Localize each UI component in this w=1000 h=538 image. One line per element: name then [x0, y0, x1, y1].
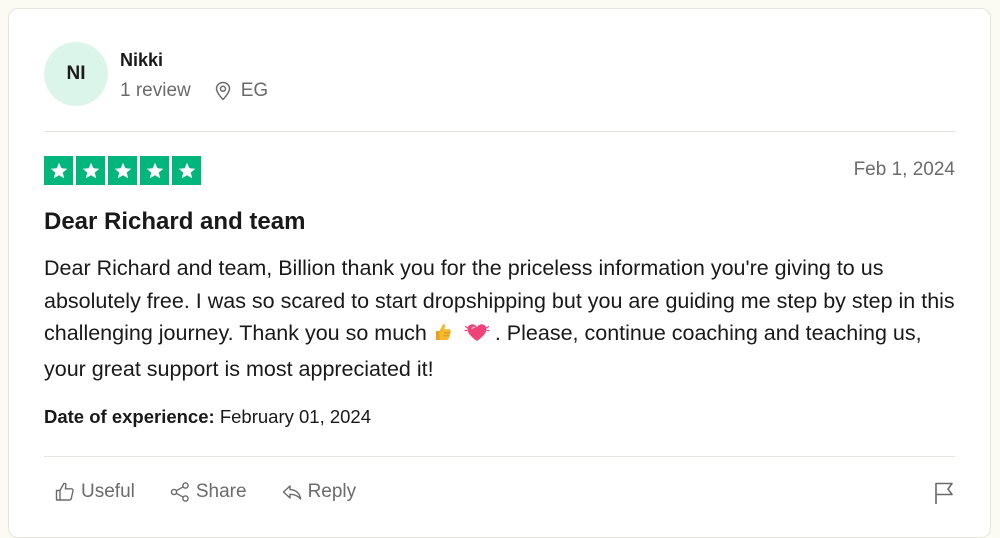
- star-icon: [140, 156, 169, 185]
- thumbs-up-icon: [55, 482, 74, 501]
- flag-icon: [935, 482, 953, 504]
- reviewer-header: NI Nikki 1 review EG: [44, 42, 955, 132]
- header-divider: [44, 131, 955, 132]
- review-card: NI Nikki 1 review EG Feb 1, 2024 Dear Ri…: [8, 8, 991, 538]
- thumbs-up-emoji-icon: [432, 320, 454, 353]
- share-icon: [170, 482, 189, 502]
- useful-label: Useful: [81, 481, 135, 502]
- review-date: Feb 1, 2024: [853, 159, 955, 180]
- star-icon: [172, 156, 201, 185]
- reply-label: Reply: [307, 481, 357, 502]
- map-pin-icon: [213, 81, 233, 101]
- star-icon: [44, 156, 73, 185]
- experience-date: February 01, 2024: [219, 406, 372, 427]
- beating-heart-emoji-icon: [464, 320, 490, 353]
- star-icon: [76, 156, 105, 185]
- star-rating: [44, 156, 201, 185]
- reviewer-meta: 1 review EG: [120, 80, 268, 102]
- review-actions: Useful Share Reply: [54, 481, 390, 503]
- reply-button[interactable]: Reply: [281, 481, 357, 503]
- useful-button[interactable]: Useful: [54, 481, 135, 503]
- share-button[interactable]: Share: [169, 481, 247, 503]
- reviewer-country: EG: [240, 80, 269, 101]
- flag-button[interactable]: [933, 481, 955, 505]
- reviewer-name[interactable]: Nikki: [120, 50, 163, 71]
- experience-label: Date of experience:: [44, 406, 215, 427]
- review-body: Dear Richard and team, Billion thank you…: [44, 252, 969, 385]
- reply-icon: [282, 485, 301, 500]
- star-icon: [108, 156, 137, 185]
- avatar[interactable]: NI: [44, 42, 108, 106]
- review-count: 1 review: [120, 80, 191, 101]
- share-label: Share: [195, 481, 247, 502]
- footer-divider: [44, 456, 955, 457]
- review-title[interactable]: Dear Richard and team: [44, 208, 305, 236]
- date-of-experience: Date of experience: February 01, 2024: [44, 406, 371, 428]
